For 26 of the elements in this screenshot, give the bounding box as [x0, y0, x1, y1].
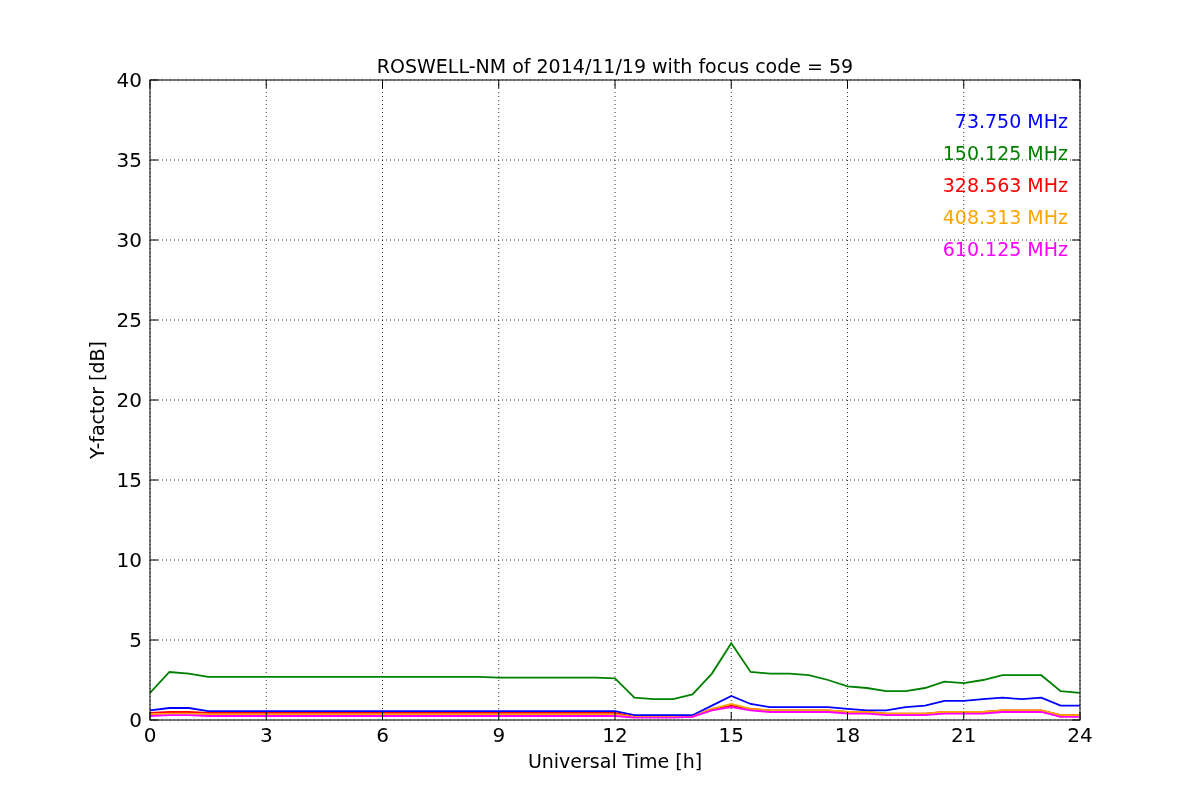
- x-tick-label: 3: [259, 723, 273, 747]
- x-tick-label: 12: [602, 723, 628, 747]
- y-tick-label: 5: [129, 628, 142, 652]
- legend-label: 73.750 MHz: [954, 110, 1068, 132]
- y-tick-label: 20: [116, 388, 142, 412]
- y-tick-label: 25: [116, 308, 142, 332]
- y-tick-label: 40: [116, 68, 142, 92]
- legend-label: 328.563 MHz: [942, 174, 1068, 196]
- x-tick-label: 24: [1067, 723, 1093, 747]
- y-tick-label: 0: [129, 708, 142, 732]
- x-tick-label: 15: [718, 723, 744, 747]
- legend-label: 610.125 MHz: [942, 238, 1068, 260]
- x-axis-label: Universal Time [h]: [527, 750, 703, 772]
- x-tick-label: 9: [492, 723, 506, 747]
- chart-title: ROSWELL-NM of 2014/11/19 with focus code = 59: [376, 55, 854, 77]
- x-tick-label: 21: [951, 723, 977, 747]
- y-tick-label: 10: [116, 548, 142, 572]
- x-tick-label: 18: [834, 723, 861, 747]
- y-tick-label: 35: [116, 148, 142, 172]
- y-tick-label: 30: [116, 228, 142, 252]
- x-tick-label: 6: [376, 723, 389, 747]
- legend-label: 408.313 MHz: [942, 206, 1068, 228]
- y-axis-label: Y-factor [dB]: [86, 341, 108, 459]
- y-tick-label: 15: [116, 468, 142, 492]
- legend-label: 150.125 MHz: [942, 142, 1068, 164]
- x-tick-label: 0: [143, 723, 157, 747]
